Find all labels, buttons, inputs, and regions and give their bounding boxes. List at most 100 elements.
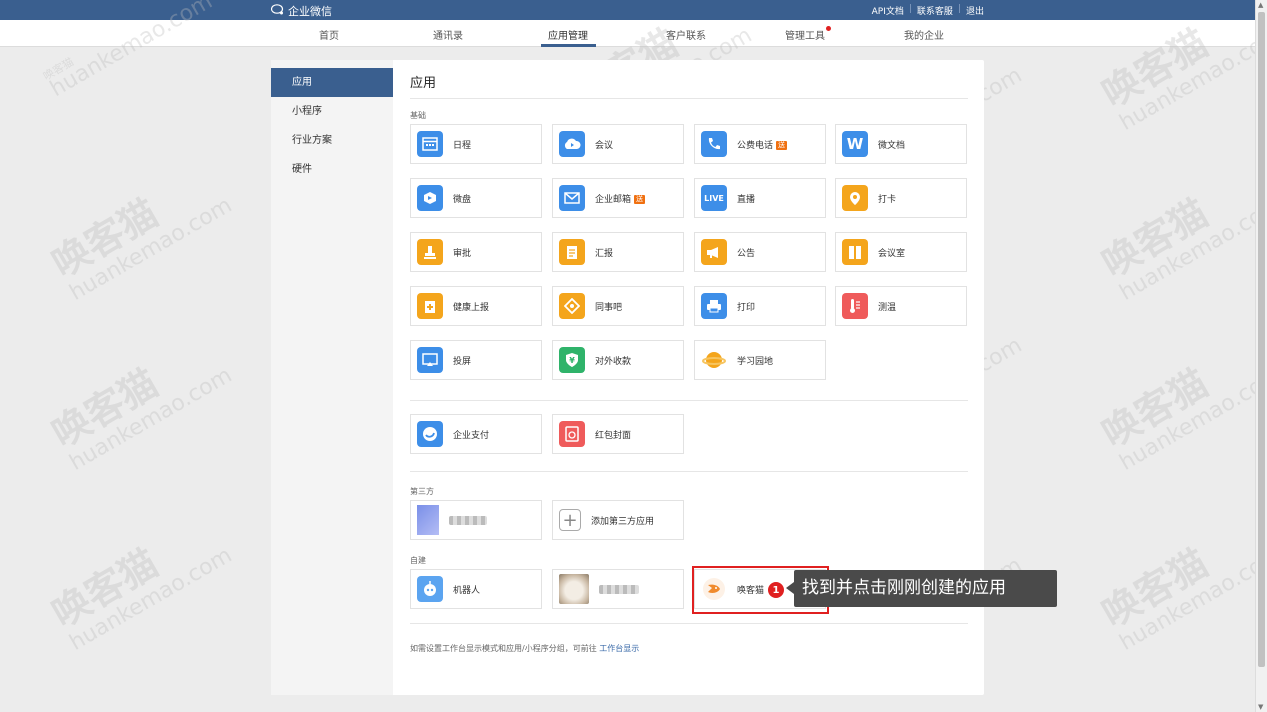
logout-link[interactable]: 退出 xyxy=(966,4,984,17)
app-label: 同事吧 xyxy=(595,302,623,313)
gift-badge: 送 xyxy=(776,140,788,150)
app-card-print[interactable]: 打印 xyxy=(694,286,826,326)
app-card-live[interactable]: LIVE 直播 xyxy=(694,178,826,218)
app-label: 公告 xyxy=(737,248,756,259)
app-card-calendar[interactable]: 日程 xyxy=(410,124,542,164)
app-card-health-report[interactable]: 健康上报 xyxy=(410,286,542,326)
blurred-app-name xyxy=(449,515,487,525)
app-label: 对外收款 xyxy=(595,356,632,367)
watermark: 唤客猫huankemao.com xyxy=(1094,360,1267,476)
sidebar-item-industry-solutions[interactable]: 行业方案 xyxy=(271,126,393,155)
app-card-approval[interactable]: 审批 xyxy=(410,232,542,272)
instruction-tooltip: 找到并点击刚刚创建的应用 xyxy=(786,570,1057,607)
scroll-down-icon[interactable]: ▼ xyxy=(1258,703,1263,711)
app-label: 公费电话送 xyxy=(737,140,788,151)
api-docs-link[interactable]: API文档 xyxy=(872,4,904,17)
watermark: 唤客猫huankemao.com xyxy=(1094,540,1267,656)
divider xyxy=(410,471,968,472)
sidebar-item-hardware[interactable]: 硬件 xyxy=(271,155,393,184)
watermark: 唤客猫huankemao.com xyxy=(44,360,237,476)
section-label-third-party: 第三方 xyxy=(410,487,434,496)
chat-bubble-icon xyxy=(270,4,284,18)
blurred-app-name xyxy=(599,584,639,594)
app-card-learning[interactable]: 学习园地 xyxy=(694,340,826,380)
app-label: 投屏 xyxy=(453,356,472,367)
tab-my-company[interactable]: 我的企业 xyxy=(904,27,944,42)
app-label: 汇报 xyxy=(595,248,614,259)
cloud-icon xyxy=(559,131,585,157)
wecom-logo[interactable]: 企业微信 xyxy=(270,3,332,19)
svg-text:¥: ¥ xyxy=(569,356,575,365)
notification-dot xyxy=(826,26,831,31)
location-icon xyxy=(842,185,868,211)
thermometer-icon xyxy=(842,293,868,319)
app-card-wedoc[interactable]: W 微文档 xyxy=(835,124,967,164)
app-card-mail[interactable]: 企业邮箱送 xyxy=(552,178,684,218)
page-title: 应用 xyxy=(410,76,437,91)
blurred-app-icon xyxy=(417,505,439,535)
active-tab-indicator xyxy=(541,44,596,47)
app-card-screen-cast[interactable]: 投屏 xyxy=(410,340,542,380)
scrollbar-thumb[interactable] xyxy=(1258,12,1265,667)
footer-note: 如需设置工作台显示模式和应用/小程序分组，可前往 工作台显示 xyxy=(410,643,639,654)
scroll-up-icon[interactable]: ▲ xyxy=(1258,1,1263,9)
mail-icon xyxy=(559,185,585,211)
app-card-robot[interactable]: 机器人 xyxy=(410,569,542,609)
app-label: 微盘 xyxy=(453,194,472,205)
app-card-temperature[interactable]: 测温 xyxy=(835,286,967,326)
plus-icon: + xyxy=(559,509,581,531)
add-third-party-label: 添加第三方应用 xyxy=(591,516,655,527)
phone-icon xyxy=(701,131,727,157)
screen-icon xyxy=(417,347,443,373)
app-card-public-phone[interactable]: 公费电话送 xyxy=(694,124,826,164)
drive-icon xyxy=(417,185,443,211)
app-card-cat-blurred[interactable] xyxy=(552,569,684,609)
sidebar-item-mini-programs[interactable]: 小程序 xyxy=(271,97,393,126)
app-label: 打印 xyxy=(737,302,756,313)
megaphone-icon xyxy=(701,239,727,265)
app-label: 会议 xyxy=(595,140,614,151)
watermark: 唤客猫huankemao.com xyxy=(44,540,237,656)
planet-icon xyxy=(701,347,727,373)
app-card-meeting[interactable]: 会议 xyxy=(552,124,684,164)
app-card-meeting-room[interactable]: 会议室 xyxy=(835,232,967,272)
tab-contacts[interactable]: 通讯录 xyxy=(433,27,463,42)
app-card-checkin[interactable]: 打卡 xyxy=(835,178,967,218)
step-number-badge: 1 xyxy=(768,582,784,598)
doc-w-icon: W xyxy=(842,131,868,157)
app-card-colleague-bar[interactable]: 同事吧 xyxy=(552,286,684,326)
app-label: 微文档 xyxy=(878,140,906,151)
tab-admin-tools[interactable]: 管理工具 xyxy=(785,27,825,42)
sidebar-item-apps[interactable]: 应用 xyxy=(271,68,393,97)
door-icon xyxy=(842,239,868,265)
gift-badge: 送 xyxy=(634,194,646,204)
app-label: 健康上报 xyxy=(453,302,490,313)
printer-icon xyxy=(701,293,727,319)
top-bar: 企业微信 API文档 | 联系客服 | 退出 xyxy=(0,0,1255,20)
add-third-party-app-button[interactable]: + 添加第三方应用 xyxy=(552,500,684,540)
app-card-external-payment[interactable]: ¥ 对外收款 xyxy=(552,340,684,380)
workbench-display-link[interactable]: 工作台显示 xyxy=(599,644,639,653)
tab-customer-contact[interactable]: 客户联系 xyxy=(666,27,706,42)
app-card-drive[interactable]: 微盘 xyxy=(410,178,542,218)
app-card-enterprise-pay[interactable]: 企业支付 xyxy=(410,414,542,454)
divider: | xyxy=(908,4,912,14)
app-label: 机器人 xyxy=(453,585,481,596)
app-card-third-party-blurred[interactable] xyxy=(410,500,542,540)
app-label: 直播 xyxy=(737,194,756,205)
app-label: 学习园地 xyxy=(737,356,774,367)
logo-text: 企业微信 xyxy=(288,5,332,18)
app-label: 会议室 xyxy=(878,248,906,259)
app-card-announcement[interactable]: 公告 xyxy=(694,232,826,272)
red-packet-icon xyxy=(559,421,585,447)
tab-app-management[interactable]: 应用管理 xyxy=(548,27,588,42)
divider xyxy=(410,98,968,99)
vertical-scrollbar[interactable]: ▲ ▼ xyxy=(1255,0,1267,712)
app-label: 测温 xyxy=(878,302,897,313)
app-card-report[interactable]: 汇报 xyxy=(552,232,684,272)
app-card-red-packet[interactable]: 红包封面 xyxy=(552,414,684,454)
robot-icon xyxy=(417,576,443,602)
support-link[interactable]: 联系客服 xyxy=(917,4,953,17)
tab-home[interactable]: 首页 xyxy=(319,27,339,42)
watermark: 唤客猫huankemao.com xyxy=(1094,190,1267,306)
